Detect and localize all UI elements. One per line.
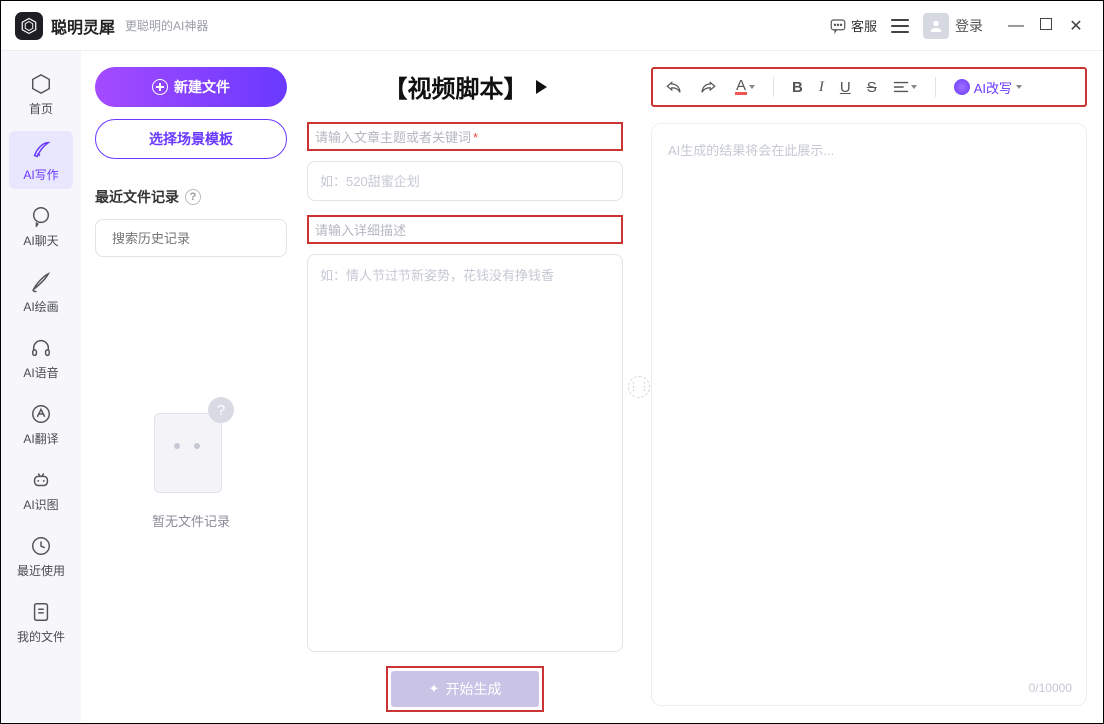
translate-icon (29, 402, 53, 426)
sidebar-item-label: 最近使用 (17, 562, 65, 579)
sidebar-item-label: AI绘画 (23, 298, 58, 315)
maximize-button[interactable] (1031, 17, 1061, 35)
output-panel: A B I U S AI改写 AI生成的结果将会在此展示... 0 (647, 51, 1103, 722)
select-template-button[interactable]: 选择场景模板 (95, 119, 287, 159)
empty-illustration: ? (146, 397, 236, 497)
drag-handle-icon: ⋮⋮ (628, 376, 650, 398)
undo-button[interactable] (665, 79, 683, 95)
search-input[interactable] (112, 231, 288, 246)
new-file-button[interactable]: 新建文件 (95, 67, 287, 107)
text-toolbar: A B I U S AI改写 (651, 67, 1087, 107)
sidebar-item-label: AI翻译 (23, 430, 58, 447)
robot-icon (29, 468, 53, 492)
page-title: 【视频脚本】 (384, 69, 528, 104)
menu-icon[interactable] (891, 19, 909, 33)
help-icon[interactable]: ? (185, 189, 201, 205)
app-logo (15, 12, 43, 40)
sidebar-item-ai-chat[interactable]: AI聊天 (9, 197, 73, 255)
ai-rewrite-label: AI改写 (974, 78, 1012, 97)
sidebar-item-recent[interactable]: 最近使用 (9, 527, 73, 585)
play-icon (536, 80, 547, 94)
empty-label: 暂无文件记录 (152, 511, 230, 530)
underline-button[interactable]: U (840, 79, 851, 96)
plus-circle-icon (152, 79, 168, 95)
search-box[interactable] (95, 219, 287, 257)
topic-label: 请输入文章主题或者关键词* (307, 122, 623, 151)
app-tagline: 更聪明的AI神器 (125, 17, 208, 34)
minimize-button[interactable]: — (1001, 17, 1031, 35)
sidebar-item-label: AI语音 (23, 364, 58, 381)
detail-label: 请输入详细描述 (307, 215, 623, 244)
sidebar-item-ai-translate[interactable]: AI翻译 (9, 395, 73, 453)
sidebar-item-label: 首页 (29, 100, 53, 117)
sidebar-item-ai-voice[interactable]: AI语音 (9, 329, 73, 387)
clock-icon (29, 534, 53, 558)
italic-button[interactable]: I (819, 79, 824, 96)
font-color-button[interactable]: A (735, 79, 755, 95)
generate-button[interactable]: ✦ 开始生成 (391, 671, 539, 707)
recent-header-label: 最近文件记录 (95, 187, 179, 207)
generate-label: 开始生成 (445, 679, 501, 699)
output-box[interactable]: AI生成的结果将会在此展示... 0/10000 (651, 123, 1087, 706)
brush-icon (29, 270, 53, 294)
redo-button[interactable] (699, 79, 717, 95)
sparkle-icon: ✦ (429, 681, 440, 697)
chat-bubble-icon (29, 204, 53, 228)
file-icon (29, 600, 53, 624)
new-file-label: 新建文件 (174, 77, 230, 97)
char-counter: 0/10000 (1029, 681, 1072, 695)
sidebar: 首页 AI写作 AI聊天 AI绘画 AI语音 AI翻译 AI识图 最近使用 (1, 51, 81, 722)
sidebar-item-my-files[interactable]: 我的文件 (9, 593, 73, 651)
avatar-icon (923, 13, 949, 39)
align-button[interactable] (893, 80, 917, 94)
editor-panel: 【视频脚本】 请输入文章主题或者关键词* 请输入详细描述 ✦ 开始生成 (299, 51, 631, 722)
empty-state: ? 暂无文件记录 (95, 397, 287, 530)
login-label: 登录 (955, 16, 983, 36)
page-title-row: 【视频脚本】 (307, 69, 623, 104)
chat-icon (829, 17, 847, 35)
customer-service-button[interactable]: 客服 (829, 16, 877, 35)
recent-header: 最近文件记录 ? (95, 187, 287, 207)
hexagon-icon (29, 72, 53, 96)
close-button[interactable]: ✕ (1061, 16, 1091, 36)
sidebar-item-label: AI聊天 (23, 232, 58, 249)
topic-input[interactable] (307, 161, 623, 201)
drag-handle[interactable]: ⋮⋮ (631, 51, 647, 722)
sidebar-item-home[interactable]: 首页 (9, 65, 73, 123)
feather-icon (29, 138, 53, 162)
sidebar-item-label: AI识图 (23, 496, 58, 513)
bold-button[interactable]: B (792, 79, 803, 96)
sidebar-item-ai-draw[interactable]: AI绘画 (9, 263, 73, 321)
customer-service-label: 客服 (851, 16, 877, 35)
login-button[interactable]: 登录 (923, 13, 983, 39)
file-panel: 新建文件 选择场景模板 最近文件记录 ? ? 暂无文件记录 (81, 51, 299, 722)
output-placeholder: AI生成的结果将会在此展示... (668, 140, 1070, 159)
detail-textarea[interactable] (307, 254, 623, 652)
sidebar-item-ai-writing[interactable]: AI写作 (9, 131, 73, 189)
titlebar: 聪明灵犀 更聪明的AI神器 客服 登录 — ✕ (1, 1, 1103, 51)
generate-highlight: ✦ 开始生成 (386, 666, 544, 712)
headphones-icon (29, 336, 53, 360)
ai-orb-icon (954, 79, 970, 95)
sidebar-item-label: AI写作 (23, 166, 58, 183)
ai-rewrite-button[interactable]: AI改写 (954, 78, 1022, 97)
app-name: 聪明灵犀 (51, 14, 115, 38)
strike-button[interactable]: S (867, 79, 877, 96)
sidebar-item-label: 我的文件 (17, 628, 65, 645)
sidebar-item-ai-image[interactable]: AI识图 (9, 461, 73, 519)
align-icon (893, 80, 909, 94)
